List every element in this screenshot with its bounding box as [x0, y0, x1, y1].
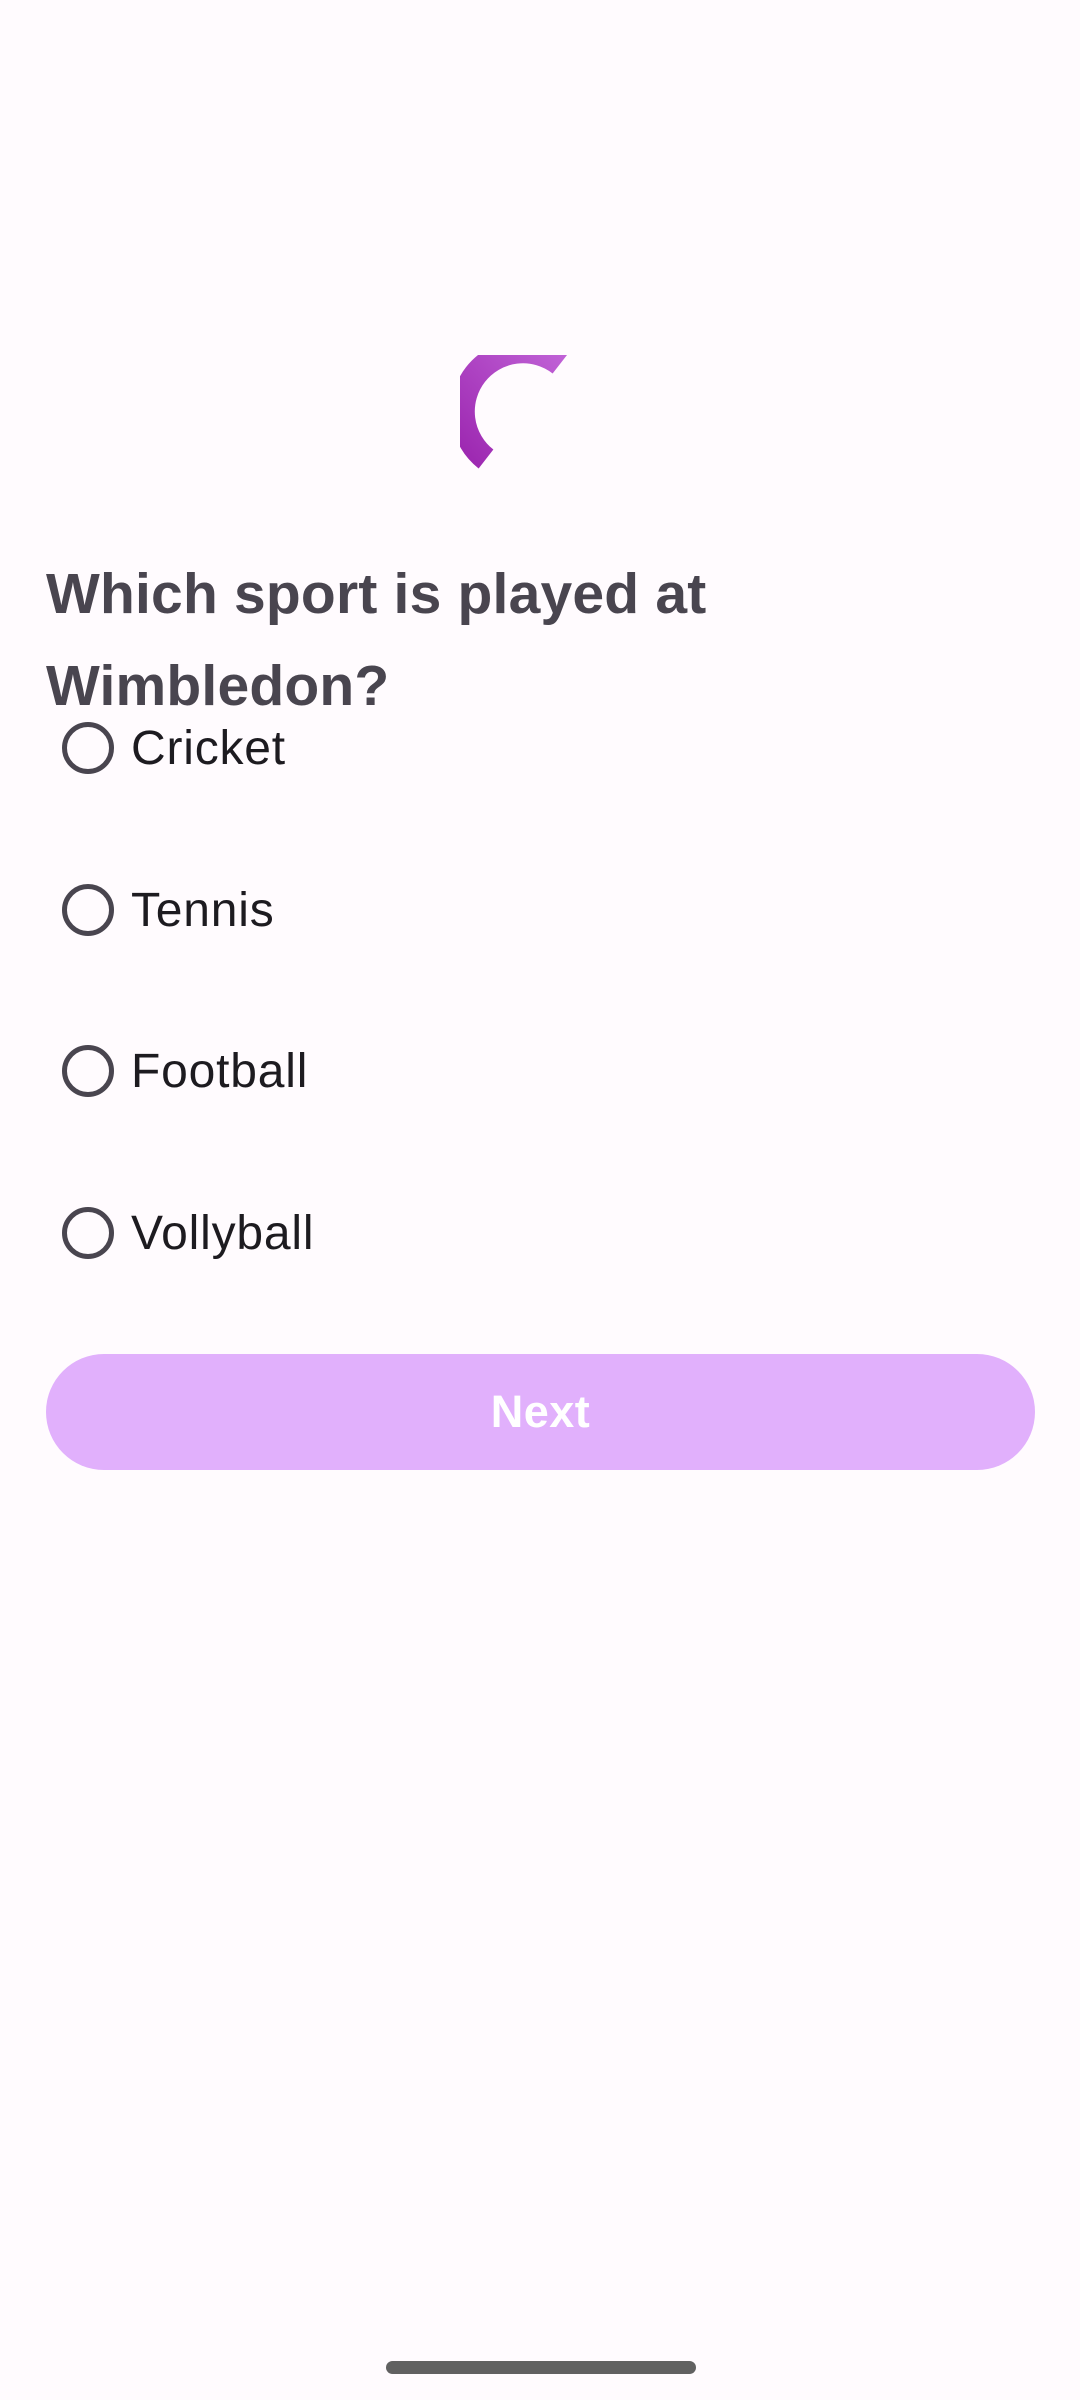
- option-label: Tennis: [131, 883, 275, 937]
- option-label: Cricket: [131, 721, 286, 775]
- radio-unchecked-icon[interactable]: [62, 884, 114, 936]
- loading-spinner-icon: [450, 339, 590, 485]
- option-tennis[interactable]: Tennis: [40, 845, 1040, 975]
- radio-unchecked-icon[interactable]: [62, 722, 114, 774]
- option-football[interactable]: Football: [40, 1006, 1040, 1136]
- option-cricket[interactable]: Cricket: [40, 683, 1040, 813]
- radio-unchecked-icon[interactable]: [62, 1045, 114, 1097]
- home-indicator[interactable]: [386, 2361, 696, 2374]
- option-label: Football: [131, 1044, 309, 1098]
- radio-unchecked-icon[interactable]: [62, 1207, 114, 1259]
- next-button[interactable]: Next: [46, 1354, 1035, 1470]
- quiz-screen: Which sport is played at Wimbledon? Cric…: [0, 0, 1080, 2400]
- option-label: Vollyball: [131, 1206, 315, 1260]
- option-vollyball[interactable]: Vollyball: [40, 1168, 1040, 1298]
